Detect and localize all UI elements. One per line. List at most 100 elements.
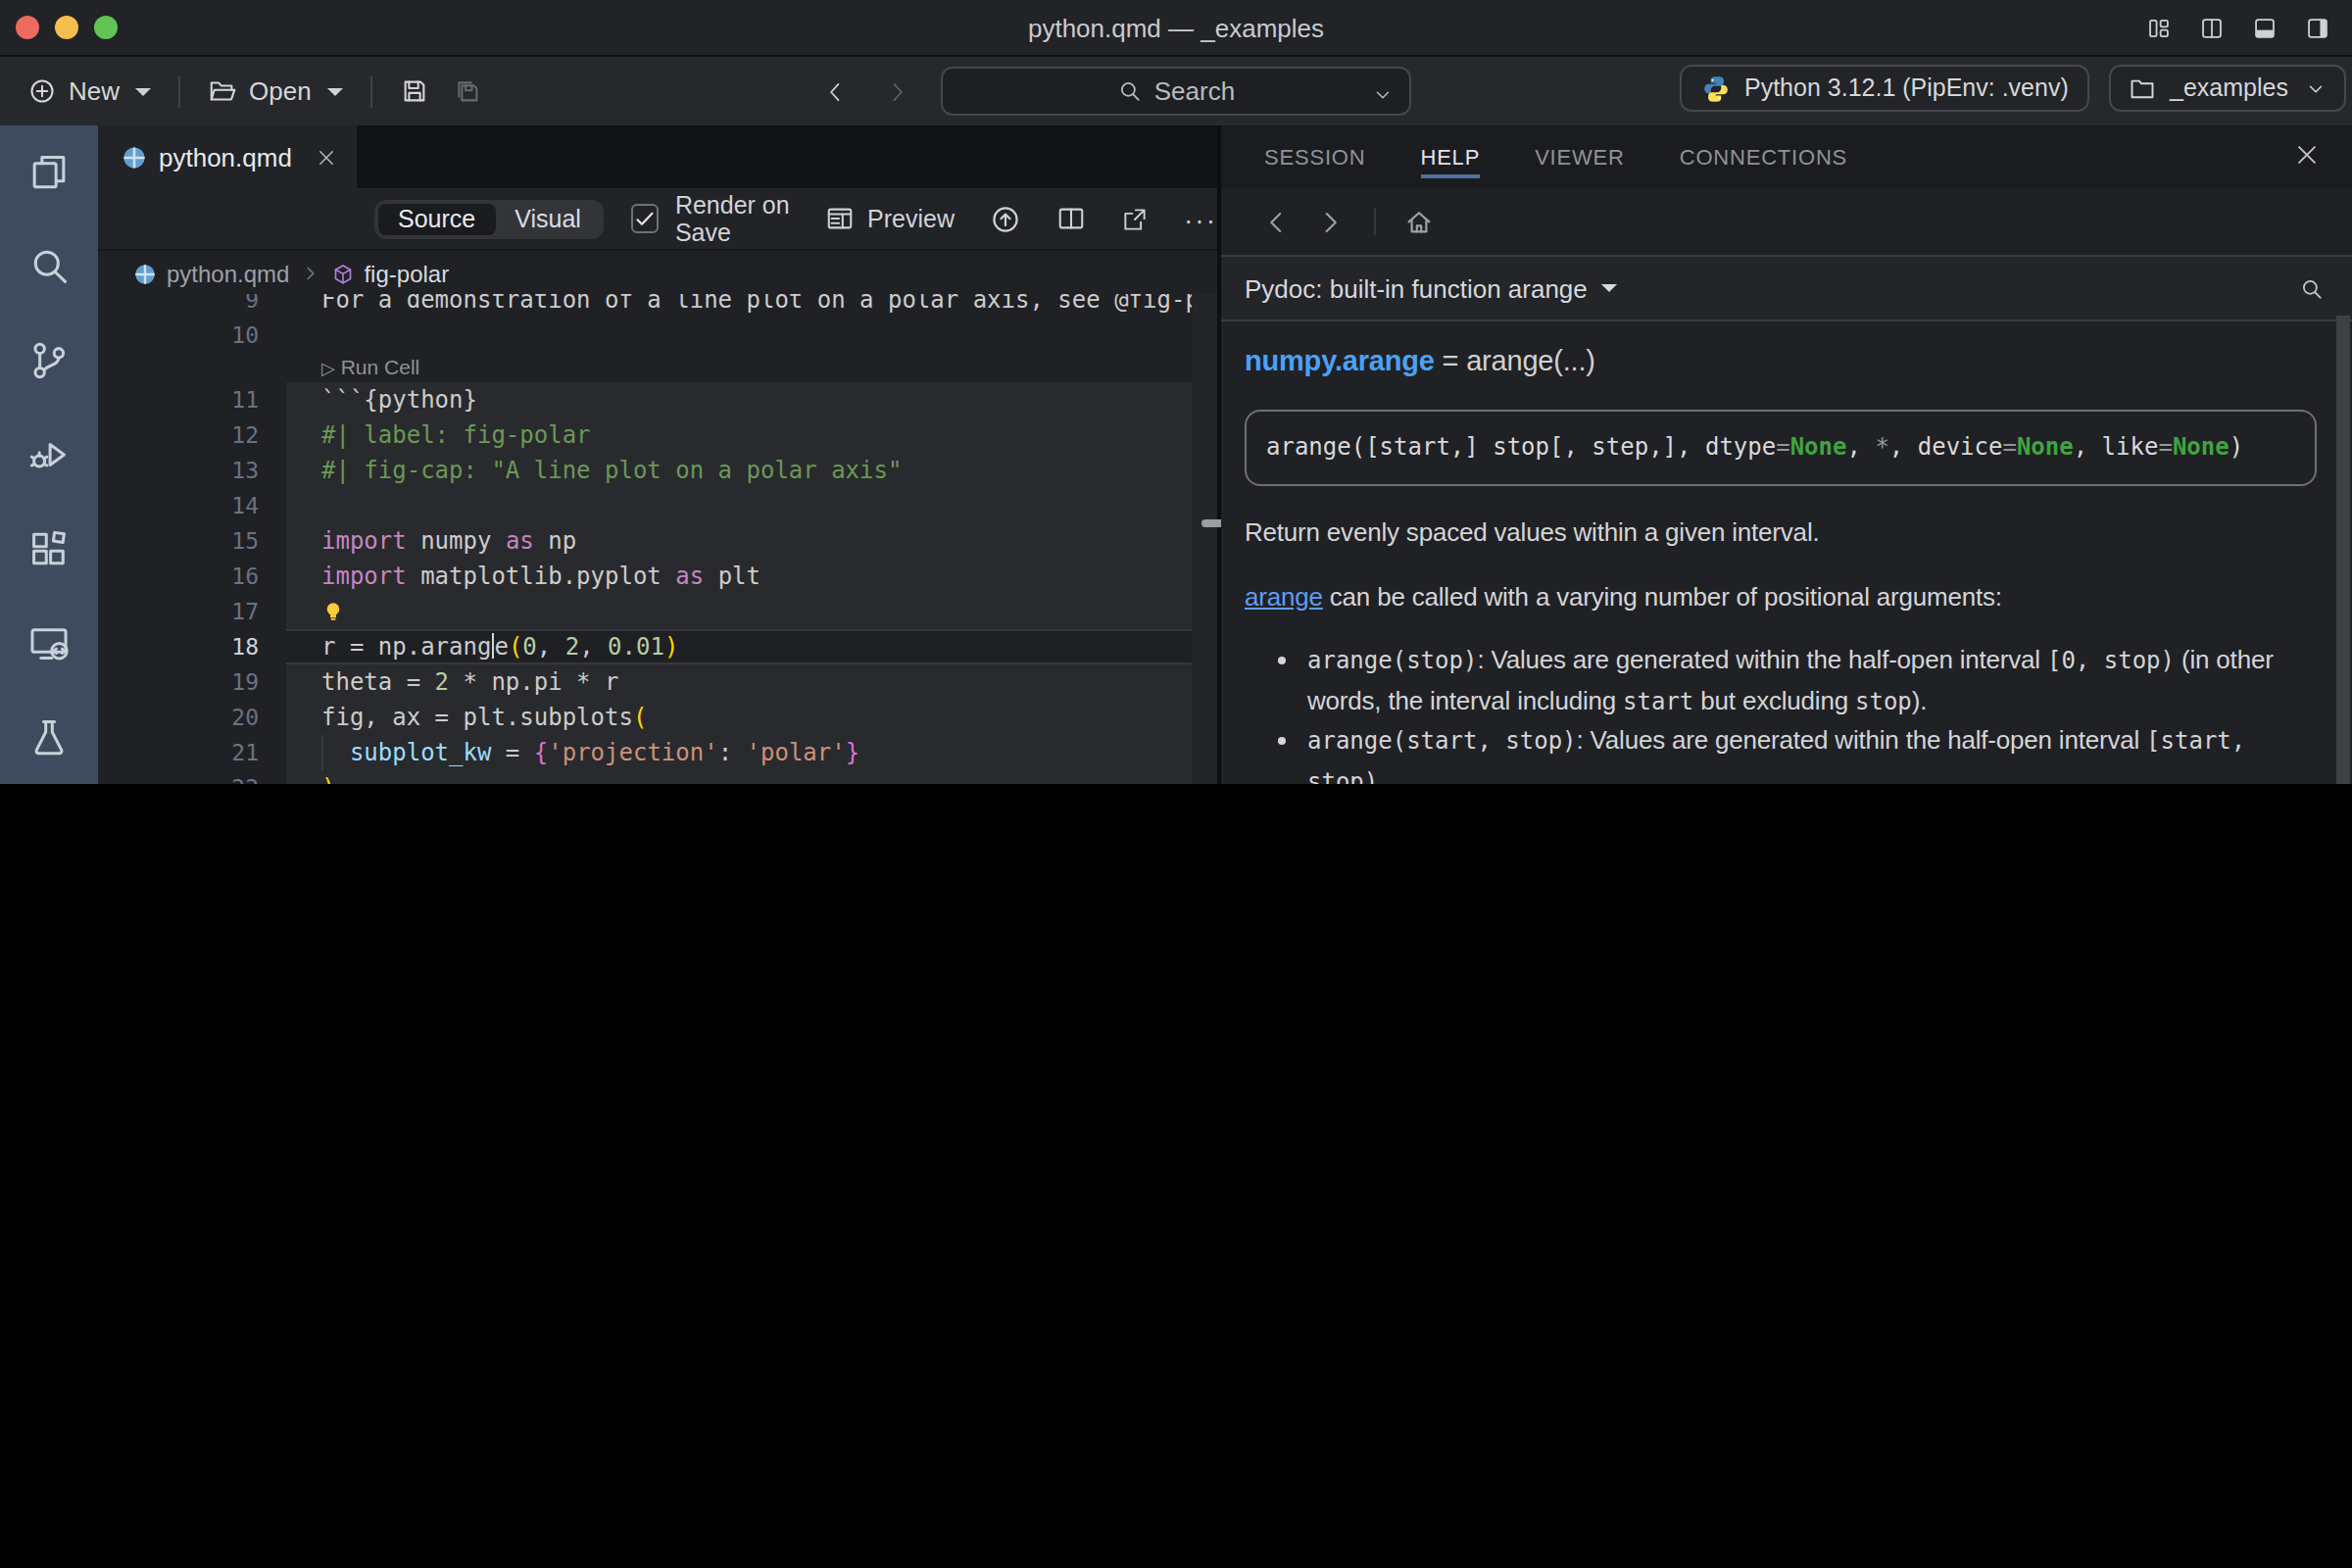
help-title-bar[interactable]: Pydoc: built-in function arange [1221, 255, 2352, 321]
source-mode-button[interactable]: Source [378, 203, 495, 234]
secondary-tab-session[interactable]: SESSION [1264, 125, 1365, 188]
help-back-icon[interactable] [1260, 207, 1290, 236]
interpreter-selector[interactable]: Python 3.12.1 (PipEnv: .venv) [1680, 65, 2090, 112]
activity-bar [0, 125, 98, 784]
line-number: 12 [98, 417, 286, 453]
close-panel-icon[interactable] [2293, 141, 2321, 169]
line-number: 18 [98, 629, 286, 664]
help-heading: numpy.arange = arange(...) [1245, 343, 2321, 381]
more-actions-icon[interactable]: ··· [1184, 203, 1217, 234]
search-dropdown-icon [1372, 84, 1394, 106]
workspace-dropdown-icon [2306, 77, 2328, 99]
line-number: 13 [98, 453, 286, 488]
secondary-tab-viewer[interactable]: VIEWER [1535, 125, 1625, 188]
save-all-button[interactable] [453, 76, 482, 106]
tab-close-icon[interactable] [316, 146, 337, 168]
sidebar-right-icon[interactable] [2303, 15, 2332, 40]
split-editor-icon[interactable] [1056, 204, 1086, 233]
code-line[interactable]: #| label: fig-polar [286, 417, 1217, 453]
customize-layout-icon[interactable] [2144, 15, 2174, 40]
new-button[interactable]: New [27, 76, 151, 106]
code-line[interactable] [286, 318, 1217, 353]
line-number: 17 [98, 594, 286, 629]
tab-python-qmd[interactable]: python.qmd [98, 125, 357, 188]
run-cell-code-lens[interactable]: ▷ Run Cell [286, 353, 1217, 382]
python-logo-icon [1701, 74, 1731, 103]
split-columns-icon[interactable] [2197, 15, 2227, 40]
help-doc-title: Pydoc: built-in function arange [1245, 273, 1588, 303]
tab-strip: python.qmd [98, 125, 1217, 188]
activity-extensions-icon[interactable] [0, 502, 98, 596]
search-input[interactable]: Search [941, 67, 1411, 116]
line-number: 14 [98, 488, 286, 523]
line-number: 10 [98, 318, 286, 353]
code-line[interactable] [286, 488, 1217, 523]
help-scrollbar[interactable] [2336, 316, 2350, 784]
save-icon [400, 76, 429, 106]
activity-run-debug-icon[interactable] [0, 408, 98, 502]
history-back-button[interactable] [823, 75, 849, 107]
code-line[interactable]: #| fig-cap: "A line plot on a polar axis… [286, 453, 1217, 488]
code-line[interactable] [286, 594, 1217, 629]
window-title: python.qmd — _examples [0, 13, 2352, 42]
search-icon [1117, 78, 1143, 104]
line-number: 11 [98, 382, 286, 417]
visual-mode-button[interactable]: Visual [495, 203, 601, 234]
main-toolbar: New Open Search Python 3.12.1 (PipEnv: .… [0, 57, 2352, 127]
help-home-icon[interactable] [1403, 206, 1435, 237]
activity-explorer-icon[interactable] [0, 125, 98, 220]
activity-search-icon[interactable] [0, 220, 98, 314]
line-number: 19 [98, 664, 286, 700]
help-list-item: arange(stop): Values are generated withi… [1307, 641, 2321, 721]
breadcrumb-symbol[interactable]: fig-polar [364, 260, 449, 287]
code-line[interactable]: subplot_kw = {'projection': 'polar'} [286, 735, 1217, 770]
help-forward-icon[interactable] [1317, 207, 1347, 236]
help-title-dropdown-icon [1601, 284, 1617, 292]
line-number: 22 [98, 770, 286, 784]
line-number: 9 [98, 294, 286, 318]
workspace-selector[interactable]: _examples [2109, 65, 2347, 112]
activity-source-control-icon[interactable] [0, 314, 98, 408]
code-editor[interactable]: 9For a demonstration of a line plot on a… [98, 294, 1217, 784]
open-button[interactable]: Open [208, 76, 343, 106]
save-button[interactable] [400, 76, 429, 106]
secondary-panel-tab-bar: SESSION HELP VIEWER CONNECTIONS [1221, 125, 2352, 188]
open-dropdown-icon [327, 87, 343, 95]
app-window: python.qmd — _examples New Open Search [0, 0, 2352, 784]
editor-toolbar: Source Visual Render on Save Preview ··· [98, 188, 1217, 249]
activity-testing-icon[interactable] [0, 690, 98, 784]
breadcrumb-file[interactable]: python.qmd [167, 260, 289, 287]
help-content: numpy.arange = arange(...) arange([start,… [1221, 321, 2352, 784]
window-layout-controls [2144, 0, 2332, 55]
activity-remote-explorer-icon[interactable] [0, 596, 98, 690]
open-folder-icon [208, 76, 237, 106]
chevron-right-icon [299, 263, 320, 284]
code-line[interactable]: import numpy as np [286, 523, 1217, 559]
quarto-file-icon [122, 144, 147, 170]
line-number [98, 353, 286, 382]
code-line[interactable]: ```{python} [286, 382, 1217, 417]
line-number: 16 [98, 559, 286, 594]
code-line[interactable]: import matplotlib.pyplot as plt [286, 559, 1217, 594]
secondary-tab-connections[interactable]: CONNECTIONS [1680, 125, 1847, 188]
editor-scrollbar[interactable] [1192, 294, 1217, 784]
save-all-icon [453, 76, 482, 106]
divider [178, 75, 180, 107]
code-line[interactable]: ) [286, 770, 1217, 784]
quarto-file-icon [133, 262, 157, 285]
preview-icon[interactable] [824, 204, 854, 233]
help-search-icon[interactable] [2299, 275, 2325, 301]
function-signature: arange([start,] stop[, step,], dtype=Non… [1245, 409, 2317, 486]
secondary-tab-help[interactable]: HELP [1420, 125, 1480, 188]
preview-button[interactable]: Preview [867, 205, 955, 232]
open-external-icon[interactable] [1121, 205, 1149, 232]
render-on-save-checkbox[interactable] [632, 204, 660, 233]
divider [370, 75, 372, 107]
code-line[interactable]: fig, ax = plt.subplots( [286, 700, 1217, 735]
code-line[interactable]: For a demonstration of a line plot on a … [286, 294, 1217, 318]
render-button-icon[interactable] [990, 203, 1021, 234]
code-line[interactable]: theta = 2 * np.pi * r [286, 664, 1217, 700]
panel-bottom-icon[interactable] [2250, 15, 2279, 40]
history-forward-button[interactable] [884, 75, 909, 107]
code-line[interactable]: r = np.arange(0, 2, 0.01) [286, 629, 1217, 664]
